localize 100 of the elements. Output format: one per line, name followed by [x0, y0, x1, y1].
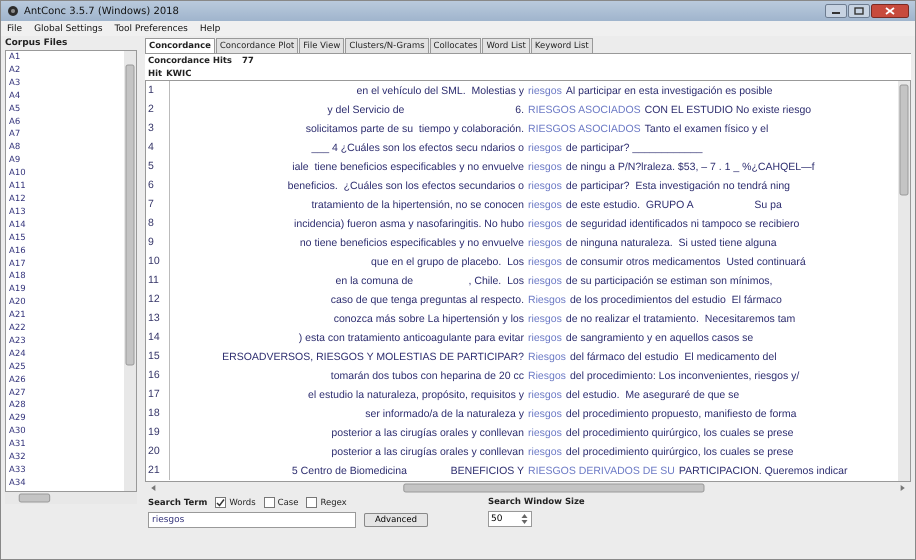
corpus-file-item[interactable]: A10 — [9, 167, 26, 180]
menu-item[interactable]: Help — [200, 24, 220, 34]
left-context: ser informado/a de la naturaleza y — [365, 408, 525, 420]
search-field[interactable]: riesgos — [148, 512, 356, 528]
corpus-file-item[interactable]: A3 — [9, 76, 20, 90]
menu-item[interactable]: Global Settings — [34, 24, 103, 34]
maximize-icon[interactable] — [848, 4, 870, 18]
right-context: del procedimiento propuesto, manifiesto de forma — [566, 408, 796, 420]
corpus-file-item[interactable]: A20 — [9, 296, 26, 310]
right-context: del estudio. Me aseguraré de que se — [566, 388, 740, 400]
search-window-size-label: Search Window Size — [488, 497, 585, 507]
checkbox[interactable] — [306, 497, 318, 508]
keyword-hit: RIESGOS DERIVADOS DE SU — [528, 464, 675, 476]
corpus-file-item[interactable]: A9 — [9, 154, 20, 168]
tab[interactable]: Concordance — [145, 38, 215, 53]
tab[interactable]: Word List — [482, 38, 530, 53]
checkbox[interactable] — [215, 497, 226, 508]
left-context: solicitamos parte de su tiempo y colaboración. — [306, 122, 525, 134]
keyword-hit: riesgos — [528, 198, 562, 210]
corpus-file-item[interactable]: A19 — [9, 283, 26, 296]
left-context: que en el grupo de placebo. Los — [371, 256, 525, 268]
tab[interactable]: Clusters/N-Grams — [345, 38, 429, 53]
corpus-file-item[interactable]: A7 — [9, 128, 20, 142]
left-context: no tiene beneficios especificables y no envuelve — [300, 236, 525, 248]
corpus-file-item[interactable]: A32 — [9, 451, 26, 464]
hits-count: 77 — [242, 56, 254, 66]
corpus-file-item[interactable]: A29 — [9, 412, 26, 426]
corpus-file-item[interactable]: A21 — [9, 309, 26, 322]
tab[interactable]: Concordance Plot — [216, 38, 298, 53]
advanced-button[interactable]: Advanced — [364, 513, 428, 527]
corpus-file-item[interactable]: A17 — [9, 258, 26, 270]
corpus-file-item[interactable]: A26 — [9, 374, 26, 387]
hit-number: 9 — [146, 233, 170, 252]
right-context: de ninguna naturaleza. Si usted tiene alguna — [566, 236, 777, 248]
keyword-hit: RIESGOS ASOCIADOS — [528, 122, 641, 134]
corpus-file-item[interactable]: A24 — [9, 348, 26, 361]
corpus-file-item[interactable]: A13 — [9, 206, 26, 219]
left-context: caso de que tenga preguntas al respecto. — [330, 294, 525, 306]
column-header[interactable]: KWIC — [166, 69, 192, 79]
right-context: de su participación se estiman son mínimos, — [566, 274, 772, 286]
right-context: de consumir otros medicamentos Usted continuará — [566, 256, 806, 268]
menu-item[interactable]: Tool Preferences — [114, 24, 188, 34]
hit-number: 13 — [146, 309, 170, 328]
hit-number: 2 — [146, 100, 170, 119]
corpus-file-item[interactable]: A2 — [9, 64, 20, 77]
tab[interactable]: File View — [299, 38, 344, 53]
right-context: de ningu a P/N?lraleza. $53, – 7 . 1 _ %¿CAHQEL—f — [566, 160, 814, 172]
checkbox[interactable] — [264, 497, 275, 508]
left-context: el estudio la naturaleza, propósito, requisitos y — [308, 388, 525, 400]
corpus-file-item[interactable]: A23 — [9, 334, 26, 348]
corpus-file-item[interactable]: A18 — [9, 270, 26, 284]
hit-number: 17 — [146, 385, 170, 404]
corpus-file-item[interactable]: A1 — [9, 51, 20, 64]
close-icon[interactable] — [871, 4, 909, 18]
hit-number: 20 — [146, 442, 170, 461]
right-context: Tanto el examen físico y el — [644, 122, 768, 134]
corpus-file-item[interactable]: A31 — [9, 438, 26, 452]
right-context: Al participar en esta investigación es posible — [566, 84, 772, 96]
minimize-icon[interactable] — [825, 4, 847, 18]
hit-number: 3 — [146, 119, 170, 138]
keyword-hit: RIESGOS ASOCIADOS — [528, 104, 641, 116]
left-context: tomarán dos tubos con heparina de 20 cc — [330, 370, 525, 382]
scrollbar-drawing[interactable] — [124, 51, 136, 491]
checkbox-label: Words — [229, 498, 256, 508]
corpus-file-item[interactable]: A12 — [9, 192, 26, 206]
right-context: del fármaco del estudio El medicamento del — [570, 350, 777, 362]
corpus-file-item[interactable]: A11 — [9, 180, 26, 193]
corpus-file-item[interactable]: A6 — [9, 116, 20, 128]
column-header[interactable]: Hit — [148, 69, 162, 79]
keyword-hit: Riesgos — [528, 350, 566, 362]
hit-number: 19 — [146, 423, 170, 442]
corpus-file-item[interactable]: A5 — [9, 102, 20, 116]
corpus-file-item[interactable]: A25 — [9, 360, 26, 374]
corpus-file-item[interactable]: A28 — [9, 399, 26, 412]
right-context: de no realizar el tratamiento. Necesitaremos tam — [566, 312, 796, 324]
hit-number: 8 — [146, 214, 170, 233]
corpus-file-item[interactable]: A27 — [9, 386, 26, 400]
right-context: del procedimiento: Los inconvenientes, riesgos y/ — [570, 370, 800, 382]
corpus-file-item[interactable]: A30 — [9, 425, 26, 438]
corpus-file-item[interactable]: A22 — [9, 322, 26, 335]
keyword-hit: riesgos — [528, 446, 562, 458]
left-context: incidencia) fueron asma y nasofaringitis. No hubo — [294, 218, 525, 230]
keyword-hit: riesgos — [528, 274, 562, 286]
right-context: de sangramiento y en aquellos casos se — [566, 332, 754, 344]
hit-number: 7 — [146, 195, 170, 214]
tab[interactable]: Collocates — [430, 38, 482, 53]
window-title: AntConc 3.5.7 (Windows) 2018 — [24, 6, 179, 16]
scrollbar-drawing[interactable] — [898, 81, 910, 481]
corpus-file-item[interactable]: A33 — [9, 464, 26, 477]
corpus-file-item[interactable]: A16 — [9, 244, 26, 258]
corpus-file-item[interactable]: A15 — [9, 232, 26, 245]
window-size-spinner[interactable]: 50 — [488, 511, 532, 527]
corpus-file-item[interactable]: A14 — [9, 218, 26, 232]
tab[interactable]: Keyword List — [530, 38, 593, 53]
corpus-file-item[interactable]: A4 — [9, 90, 20, 103]
corpus-file-item[interactable]: A34 — [9, 476, 26, 490]
corpus-file-item[interactable]: A8 — [9, 141, 20, 154]
menu-item[interactable]: File — [7, 24, 22, 34]
hit-number: 16 — [146, 366, 170, 385]
keyword-hit: riesgos — [528, 426, 562, 438]
